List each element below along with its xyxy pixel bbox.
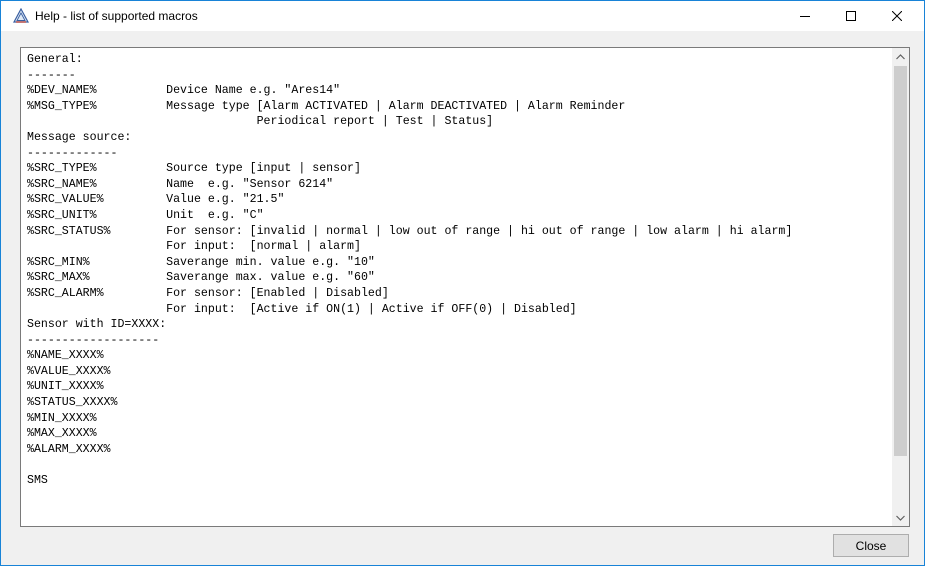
macros-text: General: ------- %DEV_NAME% Device Name … (27, 53, 793, 488)
scroll-thumb[interactable] (894, 66, 907, 456)
window-title: Help - list of supported macros (35, 9, 198, 23)
minimize-button[interactable] (782, 1, 828, 31)
minimize-icon (800, 16, 810, 17)
help-window: Help - list of supported macros General:… (0, 0, 925, 566)
chevron-up-icon (896, 53, 905, 59)
vertical-scrollbar[interactable] (892, 48, 909, 526)
close-window-button[interactable] (874, 1, 920, 31)
maximize-icon (846, 11, 856, 21)
title-bar[interactable]: Help - list of supported macros (1, 1, 924, 31)
chevron-down-icon (896, 515, 905, 521)
maximize-button[interactable] (828, 1, 874, 31)
close-icon (892, 11, 902, 21)
app-logo-icon (12, 7, 30, 24)
close-button[interactable]: Close (833, 534, 909, 557)
macros-textarea[interactable]: General: ------- %DEV_NAME% Device Name … (20, 47, 910, 527)
scroll-down-button[interactable] (892, 509, 909, 526)
scroll-up-button[interactable] (892, 48, 909, 65)
